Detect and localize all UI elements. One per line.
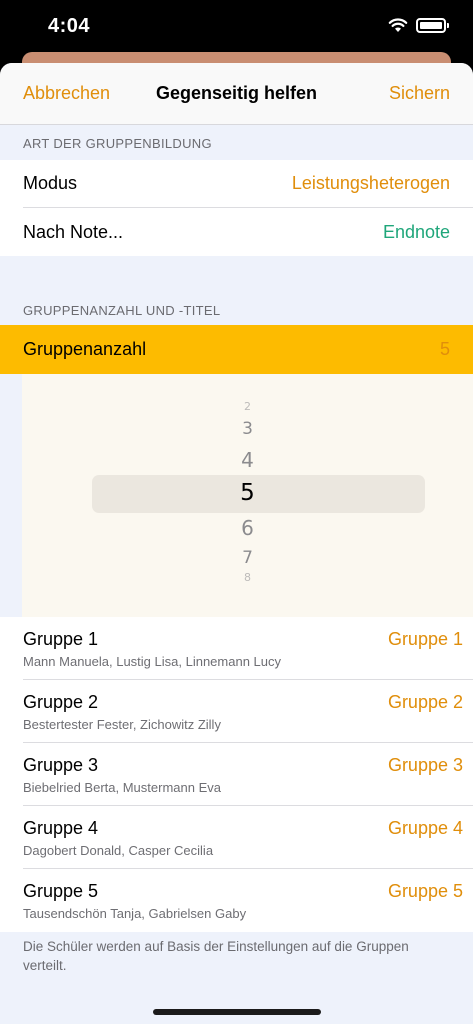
row-gruppenanzahl-label: Gruppenanzahl bbox=[23, 339, 147, 359]
group-members: Biebelried Berta, Mustermann Eva bbox=[23, 780, 221, 795]
picker-item[interactable]: 2 bbox=[22, 400, 473, 413]
footer-note: Die Schüler werden auf Basis der Einstel… bbox=[23, 939, 409, 973]
group-name: Gruppe 1 bbox=[23, 629, 99, 649]
row-gruppenanzahl[interactable]: Gruppenanzahl 5 bbox=[0, 325, 473, 374]
group-title-field[interactable]: Gruppe 1 bbox=[388, 629, 463, 650]
row-nach-note-label: Nach Note... bbox=[23, 222, 124, 242]
row-modus-value: Leistungsheterogen bbox=[291, 173, 450, 193]
picker-item[interactable]: 8 bbox=[22, 571, 473, 584]
group-name: Gruppe 2 bbox=[23, 692, 99, 712]
group-row[interactable]: Gruppe 3 Biebelried Berta, Mustermann Ev… bbox=[0, 743, 473, 806]
group-title-field[interactable]: Gruppe 4 bbox=[388, 818, 463, 839]
group-name: Gruppe 5 bbox=[23, 881, 99, 901]
section-header-grouping: ART DER GRUPPENBILDUNG bbox=[23, 136, 212, 151]
picker-item-selected[interactable]: 5 bbox=[22, 480, 473, 506]
picker-item[interactable]: 3 bbox=[22, 419, 473, 439]
row-modus-label: Modus bbox=[23, 173, 78, 193]
group-row[interactable]: Gruppe 4 Dagobert Donald, Casper Cecilia… bbox=[0, 806, 473, 869]
picker-item[interactable]: 7 bbox=[22, 548, 473, 568]
picker-item[interactable]: 6 bbox=[22, 516, 473, 540]
navigation-bar: Abbrechen Gegenseitig helfen Sichern bbox=[0, 63, 473, 125]
group-name: Gruppe 4 bbox=[23, 818, 99, 838]
save-button[interactable]: Sichern bbox=[389, 83, 450, 104]
wifi-icon bbox=[388, 18, 408, 32]
group-title-field[interactable]: Gruppe 3 bbox=[388, 755, 463, 776]
status-time: 4:04 bbox=[48, 15, 91, 37]
picker-item[interactable]: 4 bbox=[22, 448, 473, 472]
group-members: Tausendschön Tanja, Gabrielsen Gaby bbox=[23, 906, 247, 921]
group-title-field[interactable]: Gruppe 5 bbox=[388, 881, 463, 902]
group-row[interactable]: Gruppe 2 Bestertester Fester, Zichowitz … bbox=[0, 680, 473, 743]
group-count-picker[interactable]: 2 3 4 5 6 7 8 bbox=[22, 374, 473, 617]
home-indicator[interactable] bbox=[153, 1009, 321, 1015]
battery-icon bbox=[416, 18, 449, 33]
row-nach-note-value: Endnote bbox=[382, 222, 450, 242]
section-header-groups: GRUPPENANZAHL UND -TITEL bbox=[23, 303, 221, 318]
group-members: Bestertester Fester, Zichowitz Zilly bbox=[23, 717, 221, 732]
row-gruppenanzahl-value: 5 bbox=[439, 339, 450, 359]
row-nach-note[interactable]: Nach Note... Endnote bbox=[0, 208, 473, 256]
status-bar: 4:04 bbox=[0, 0, 473, 52]
group-name: Gruppe 3 bbox=[23, 755, 99, 775]
modal-sheet: Abbrechen Gegenseitig helfen Sichern ART… bbox=[0, 63, 473, 1024]
group-members: Mann Manuela, Lustig Lisa, Linnemann Luc… bbox=[23, 654, 281, 669]
group-row[interactable]: Gruppe 5 Tausendschön Tanja, Gabrielsen … bbox=[0, 869, 473, 932]
group-row[interactable]: Gruppe 1 Mann Manuela, Lustig Lisa, Linn… bbox=[0, 617, 473, 680]
group-members: Dagobert Donald, Casper Cecilia bbox=[23, 843, 214, 858]
row-modus[interactable]: Modus Leistungsheterogen bbox=[0, 160, 473, 208]
group-title-field[interactable]: Gruppe 2 bbox=[388, 692, 463, 713]
